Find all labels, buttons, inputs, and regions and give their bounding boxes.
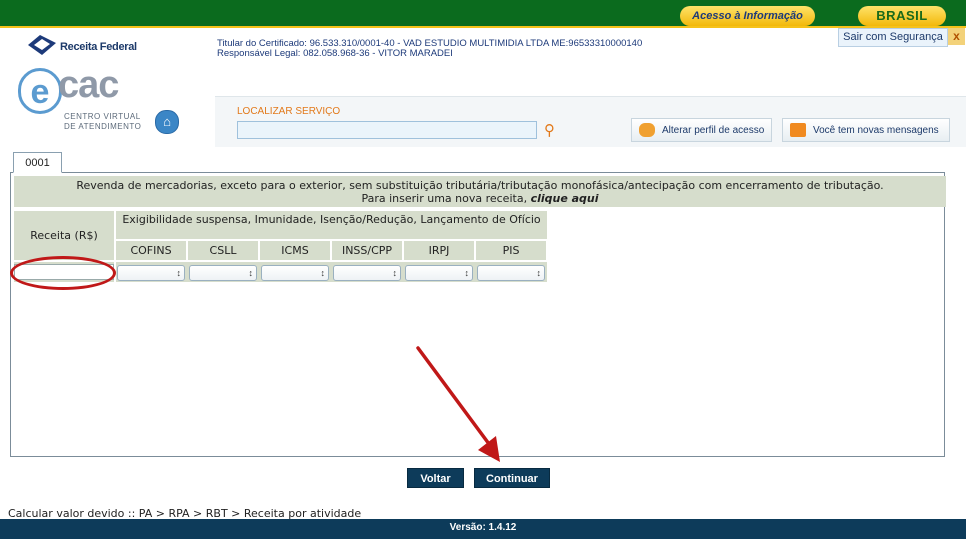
ecac-subtitle-line2: DE ATENDIMENTO bbox=[64, 122, 142, 131]
insert-receita-prefix: Para inserir uma nova receita, bbox=[361, 192, 528, 205]
pis-column-header: PIS bbox=[476, 241, 546, 260]
clique-aqui-link[interactable]: clique aqui bbox=[531, 192, 599, 205]
inss-cpp-column-header: INSS/CPP bbox=[332, 241, 402, 260]
pis-select[interactable]: ↕ bbox=[477, 265, 545, 281]
icms-select[interactable]: ↕ bbox=[261, 265, 329, 281]
insert-receita-line: Para inserir uma nova receita, clique aq… bbox=[14, 192, 946, 205]
continuar-button[interactable]: Continuar bbox=[474, 468, 550, 488]
ecac-logo-text: cac bbox=[58, 64, 119, 106]
ecac-subtitle-line1: CENTRO VIRTUAL bbox=[64, 112, 141, 121]
irpj-column-header: IRPJ bbox=[404, 241, 474, 260]
inss-cpp-select[interactable]: ↕ bbox=[333, 265, 401, 281]
irpj-select[interactable]: ↕ bbox=[405, 265, 473, 281]
acesso-informacao-link[interactable]: Acesso à Informação bbox=[680, 6, 815, 26]
gov-top-bar bbox=[0, 0, 966, 28]
brasil-logo-link[interactable]: BRASIL bbox=[858, 6, 946, 26]
red-arrow-annotation bbox=[416, 346, 500, 462]
cofins-select[interactable]: ↕ bbox=[117, 265, 185, 281]
top-bar-stripe bbox=[0, 26, 966, 28]
search-icon[interactable]: ⚲ bbox=[544, 122, 562, 140]
receita-federal-brand: Receita Federal bbox=[60, 41, 137, 53]
csll-select[interactable]: ↕ bbox=[189, 265, 257, 281]
tab-0001[interactable]: 0001 bbox=[13, 152, 62, 173]
envelope-icon bbox=[790, 123, 806, 137]
novas-mensagens-label: Você tem novas mensagens bbox=[813, 125, 939, 136]
cofins-column-header: COFINS bbox=[116, 241, 186, 260]
home-icon[interactable]: ⌂ bbox=[155, 110, 179, 134]
version-footer: Versão: 1.4.12 bbox=[0, 519, 966, 539]
localizar-servico-input[interactable] bbox=[237, 121, 537, 139]
highlight-ellipse-annotation bbox=[10, 256, 116, 290]
users-icon bbox=[639, 123, 655, 137]
alterar-perfil-button[interactable]: Alterar perfil de acesso bbox=[631, 118, 772, 142]
sair-close-icon[interactable]: x bbox=[948, 28, 965, 45]
sair-com-seguranca-button[interactable]: Sair com Segurança bbox=[838, 28, 948, 47]
exigibilidade-header: Exigibilidade suspensa, Imunidade, Isenç… bbox=[116, 211, 547, 239]
icms-column-header: ICMS bbox=[260, 241, 330, 260]
ecac-logo-e: e bbox=[18, 68, 62, 114]
novas-mensagens-button[interactable]: Você tem novas mensagens bbox=[782, 118, 950, 142]
receita-column-header: Receita (R$) bbox=[14, 211, 114, 260]
activity-description: Revenda de mercadorias, exceto para o ex… bbox=[76, 179, 884, 192]
voltar-button[interactable]: Voltar bbox=[407, 468, 464, 488]
alterar-perfil-label: Alterar perfil de acesso bbox=[662, 125, 765, 136]
csll-column-header: CSLL bbox=[188, 241, 258, 260]
localizar-servico-label: LOCALIZAR SERVIÇO bbox=[237, 106, 341, 117]
legal-responsible-text: Responsável Legal: 082.058.968-36 - VITO… bbox=[217, 48, 453, 59]
